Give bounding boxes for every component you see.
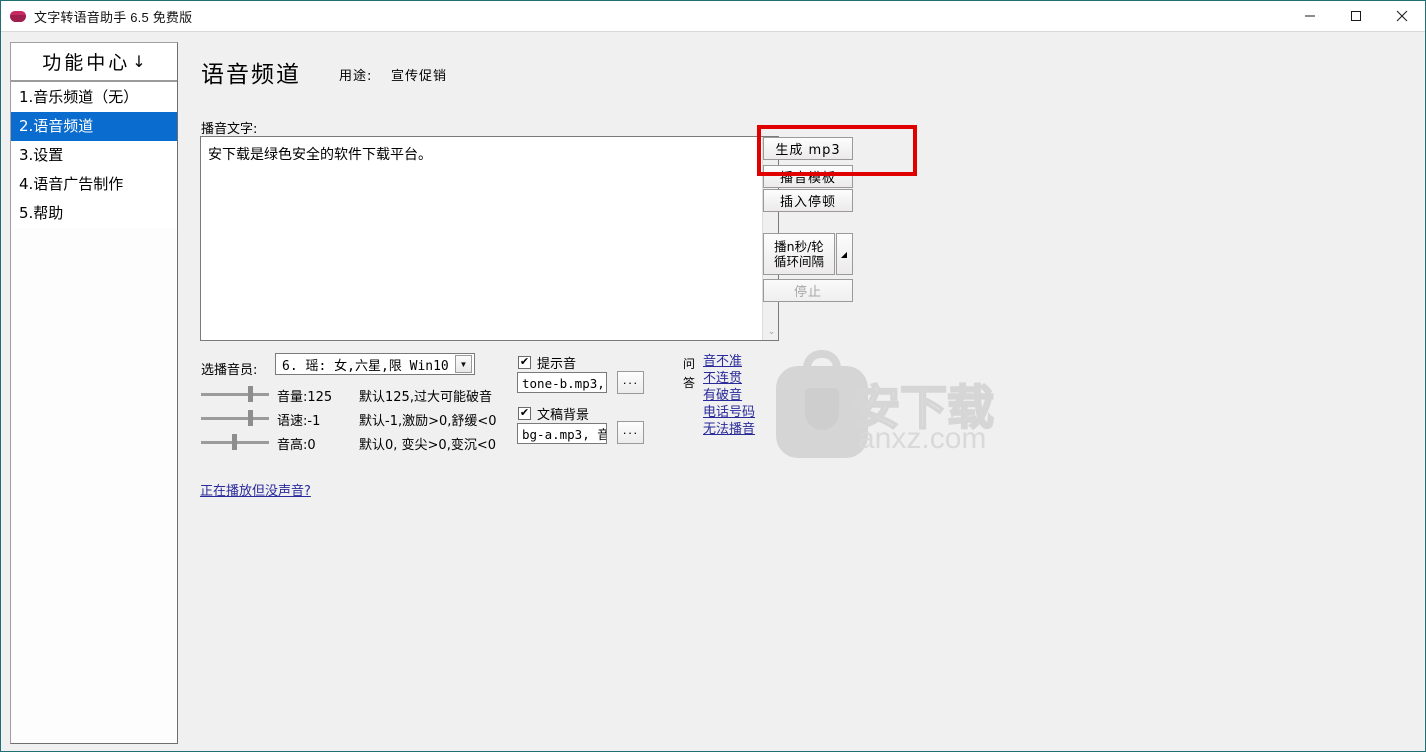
stop-button[interactable]: 停止 [763, 279, 853, 302]
faq-link-list: 音不准 不连贯 有破音 电话号码 无法播音 [703, 353, 755, 438]
sidebar-header: 功能中心 ↓ [11, 43, 177, 82]
background-file-input[interactable]: bg-a.mp3, 音量 [517, 423, 607, 444]
tone-browse-button[interactable]: ··· [617, 371, 644, 394]
speaker-select-value: 6. 瑶: 女,六星,限 Win10 [282, 358, 449, 374]
main-panel: 语音频道 用途: 宣传促销 播音文字: 安下载是绿色安全的软件下载平台。 ⌃ ⌄… [179, 33, 1425, 751]
bag-icon [776, 350, 868, 458]
background-browse-button[interactable]: ··· [617, 421, 644, 444]
faq-label-char2: 答 [683, 376, 696, 390]
no-sound-help-link[interactable]: 正在播放但没声音? [200, 480, 311, 499]
speed-hint: 默认-1,激励>0,舒缓<0 [359, 414, 497, 429]
speaker-label: 选播音员: [201, 363, 258, 378]
background-checkbox[interactable]: ✔ [518, 407, 531, 420]
tone-label: 提示音 [537, 357, 577, 372]
sidebar-item-settings[interactable]: 3.设置 [11, 141, 177, 170]
speed-slider[interactable] [201, 409, 269, 428]
pitch-slider[interactable] [201, 433, 269, 452]
faq-link-inaccurate[interactable]: 音不准 [703, 353, 755, 370]
sidebar-list: 1.音乐频道（无） 2.语音频道 3.设置 4.语音广告制作 5.帮助 [11, 82, 177, 228]
tone-file-input[interactable]: tone-b.mp3, 音量 [517, 372, 607, 393]
broadcast-template-button[interactable]: 播音模板 [763, 165, 853, 188]
volume-value-label: 音量:125 [277, 390, 333, 405]
faq-link-cannot-play[interactable]: 无法播音 [703, 421, 755, 438]
lips-icon [10, 8, 26, 24]
loop-dropdown-arrow-icon[interactable]: ◢ [836, 233, 853, 275]
faq-link-distortion[interactable]: 有破音 [703, 387, 755, 404]
pitch-value-label: 音高:0 [277, 438, 316, 453]
close-icon[interactable] [1379, 1, 1425, 31]
pitch-hint: 默认0, 变尖>0,变沉<0 [359, 438, 496, 453]
minimize-icon[interactable] [1287, 1, 1333, 31]
shield-icon [805, 388, 839, 430]
sidebar-header-label: 功能中心 [42, 52, 131, 74]
watermark-text-primary: 安下载 [852, 380, 995, 437]
sidebar-item-voice-channel[interactable]: 2.语音频道 [11, 112, 177, 141]
speed-value-label: 语速:-1 [277, 414, 321, 429]
chevron-down-icon[interactable]: ▼ [455, 355, 472, 373]
tone-checkbox[interactable]: ✔ [518, 356, 531, 369]
generate-mp3-button[interactable]: 生成 mp3 [763, 137, 853, 160]
watermark: 安下载 anxz.com [776, 350, 1016, 478]
title-bar: 文字转语音助手 6.5 免费版 [1, 1, 1425, 32]
sidebar: 功能中心 ↓ 1.音乐频道（无） 2.语音频道 3.设置 4.语音广告制作 5.… [10, 42, 178, 744]
watermark-text-secondary: anxz.com [858, 422, 987, 455]
maximize-icon[interactable] [1333, 1, 1379, 31]
faq-label: 问 答 [683, 355, 697, 393]
window-title: 文字转语音助手 6.5 免费版 [34, 9, 193, 25]
volume-hint: 默认125,过大可能破音 [359, 390, 492, 405]
background-label: 文稿背景 [537, 408, 590, 423]
purpose-label: 用途: [339, 69, 373, 84]
sidebar-item-music-channel[interactable]: 1.音乐频道（无） [11, 83, 177, 112]
loop-interval-line1: 播n秒/轮 [774, 239, 824, 254]
scroll-down-icon[interactable]: ⌄ [763, 323, 780, 340]
broadcast-text-label: 播音文字: [201, 122, 258, 137]
purpose-value: 宣传促销 [391, 69, 448, 84]
sidebar-item-help[interactable]: 5.帮助 [11, 199, 177, 228]
faq-link-phone-number[interactable]: 电话号码 [703, 404, 755, 421]
chevron-down-icon: ↓ [132, 52, 146, 71]
broadcast-text-box[interactable]: 安下载是绿色安全的软件下载平台。 ⌃ ⌄ [200, 136, 779, 341]
speaker-select[interactable]: 6. 瑶: 女,六星,限 Win10 ▼ [275, 353, 475, 375]
loop-interval-button[interactable]: 播n秒/轮 循环间隔 [763, 233, 835, 275]
faq-link-incoherent[interactable]: 不连贯 [703, 370, 755, 387]
page-title: 语音频道 [201, 62, 301, 88]
faq-label-char1: 问 [683, 357, 696, 371]
window-controls [1287, 1, 1425, 31]
broadcast-text-input[interactable]: 安下载是绿色安全的软件下载平台。 [201, 137, 762, 340]
sidebar-item-voice-ad[interactable]: 4.语音广告制作 [11, 170, 177, 199]
application-window: 文字转语音助手 6.5 免费版 功能中心 ↓ 1.音乐频道（无） 2.语音频道 … [0, 0, 1426, 752]
tone-checkbox-row[interactable]: ✔ 提示音 [518, 353, 576, 372]
background-checkbox-row[interactable]: ✔ 文稿背景 [518, 404, 589, 423]
insert-pause-button[interactable]: 插入停顿 [763, 189, 853, 212]
loop-interval-line2: 循环间隔 [773, 254, 824, 269]
volume-slider[interactable] [201, 385, 269, 404]
